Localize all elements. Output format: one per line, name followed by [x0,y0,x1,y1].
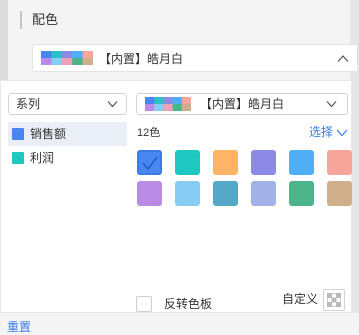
palette-dropdown-value: 【内置】皓月白 [200,97,285,111]
color-swatch[interactable] [251,181,276,206]
reverse-palette-label: 反转色板 [164,297,213,311]
swatch-segment [82,51,93,59]
series-dropdown[interactable]: 系列 [8,93,127,115]
swatch-segment [51,58,63,65]
color-count-label: 12色 [137,127,161,139]
series-item-sales[interactable]: 销售额 [8,122,127,146]
section-indicator [20,11,22,29]
color-swatch[interactable] [213,150,238,175]
color-picker-panel: 系列 【内置】皓月白 销售额 利润 12色 选择 反转色板 自定义 [0,80,352,313]
color-swatch[interactable] [327,150,352,175]
transparent-grid-icon [327,293,341,307]
color-swatch[interactable] [137,150,162,175]
swatch-segment [145,97,155,105]
custom-color-label: 自定义 [282,292,319,306]
swatch-segment [172,97,183,105]
series-item-profit[interactable]: 利润 [8,146,127,170]
swatch-segment [61,58,73,65]
check-icon [142,156,158,171]
swatch-segment [172,104,183,111]
color-scheme-select[interactable]: 【内置】皓月白 [32,44,358,72]
color-swatch[interactable] [289,150,314,175]
swatch-segment [41,51,52,59]
footer-area [0,313,359,335]
color-swatch[interactable] [213,181,238,206]
palette-dropdown[interactable]: 【内置】皓月白 [136,93,348,115]
swatch-segment [41,58,52,65]
color-swatch[interactable] [175,181,200,206]
series-item-label: 利润 [30,151,55,165]
color-swatch[interactable] [327,181,352,206]
color-swatch[interactable] [137,181,162,206]
choose-palette-link[interactable]: 选择 [309,125,333,139]
palette-swatch-icon [145,97,191,111]
section-title: 配色 [32,12,59,27]
reset-link[interactable]: 重置 [7,320,31,334]
color-swatch[interactable] [289,181,314,206]
swatch-segment [61,51,73,59]
chevron-up-icon [337,55,349,62]
swatch-segment [82,58,93,65]
custom-color-button[interactable] [323,289,345,311]
swatch-segment [51,51,63,59]
color-scheme-value: 【内置】皓月白 [99,52,184,66]
series-color-dot [12,128,24,140]
reverse-palette-checkbox[interactable] [136,296,152,312]
swatch-segment [181,97,191,105]
swatch-segment [72,51,83,59]
chevron-down-icon [326,101,337,108]
swatch-segment [154,97,164,105]
swatch-segment [163,97,173,105]
series-color-dot [12,152,24,164]
series-list: 销售额 利润 [8,122,127,170]
swatch-segment [154,104,164,111]
color-swatch[interactable] [251,150,276,175]
chevron-down-icon [107,101,118,108]
series-item-label: 销售额 [30,127,67,141]
color-swatch[interactable] [175,150,200,175]
swatch-segment [181,104,191,111]
series-dropdown-value: 系列 [16,97,41,111]
palette-swatch-icon [41,51,93,65]
chevron-down-icon[interactable] [336,128,348,137]
swatch-segment [145,104,155,111]
swatch-segment [72,58,83,65]
swatch-segment [163,104,173,111]
